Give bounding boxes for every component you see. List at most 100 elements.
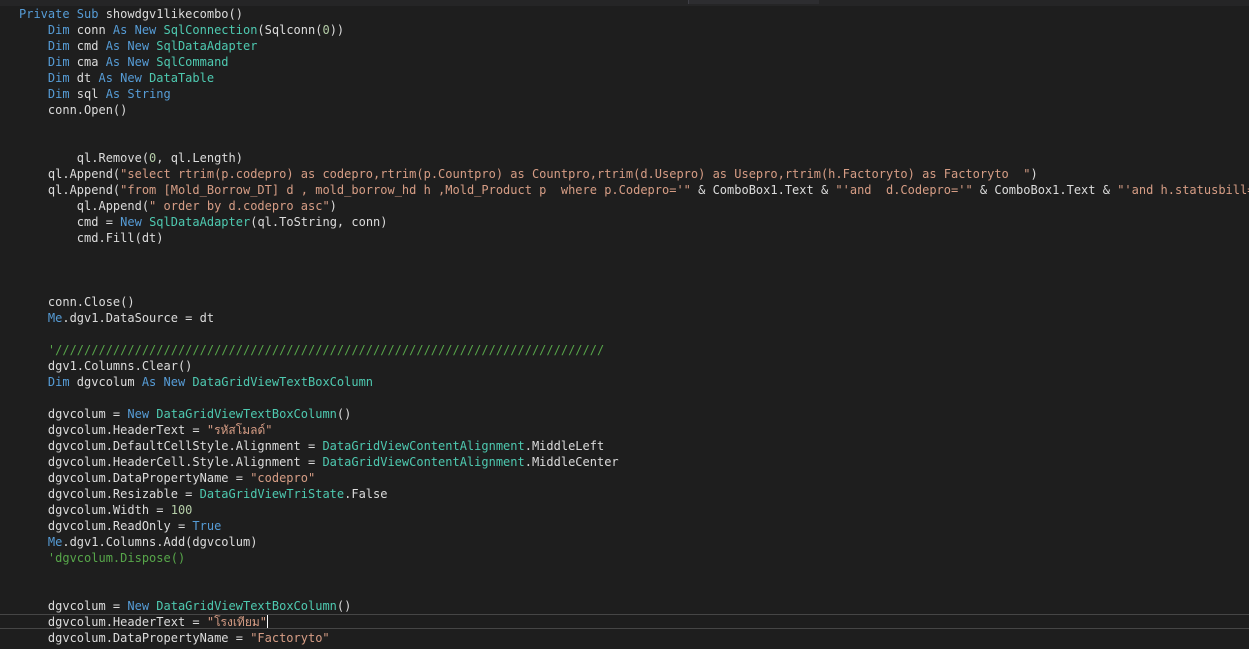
code-token: .False	[344, 487, 388, 501]
code-token: ql.Append(	[19, 167, 121, 181]
code-line[interactable]: conn.Close()	[19, 294, 1249, 310]
code-token: .MiddleCenter	[524, 455, 619, 469]
code-token: SqlCommand	[156, 55, 229, 69]
code-area[interactable]: Private Sub showdgv1likecombo() Dim conn…	[0, 6, 1249, 646]
code-line[interactable]	[19, 390, 1249, 406]
code-line[interactable]: Dim sql As String	[19, 86, 1249, 102]
code-token: "'and h.statusbill='3' and d.Idbill=h.Id…	[1117, 183, 1249, 197]
code-token: dgvcolum.DataPropertyName =	[19, 471, 251, 485]
code-line[interactable]	[19, 566, 1249, 582]
code-token: cma	[76, 55, 106, 69]
code-line[interactable]: conn.Open()	[19, 102, 1249, 118]
code-token: ()	[336, 407, 352, 421]
code-line[interactable]: ql.Append("select rtrim(p.codepro) as co…	[19, 166, 1249, 182]
code-line[interactable]: dgvcolum.DataPropertyName = "Factoryto"	[19, 630, 1249, 646]
code-token: Dim	[19, 23, 77, 37]
code-token: " order by d.codepro asc"	[149, 199, 330, 213]
code-line[interactable]: dgvcolum.ReadOnly = True	[19, 518, 1249, 534]
code-token: Dim	[19, 39, 77, 53]
code-line[interactable]: dgvcolum.Width = 100	[19, 502, 1249, 518]
code-token: conn.Close()	[19, 295, 135, 309]
code-token: Me	[47, 535, 63, 549]
code-line[interactable]: dgvcolum.DataPropertyName = "codepro"	[19, 470, 1249, 486]
code-line[interactable]: ql.Append("from [Mold_Borrow_DT] d , mol…	[19, 182, 1249, 198]
code-line[interactable]: '///////////////////////////////////////…	[19, 342, 1249, 358]
code-token: 'dgvcolum.Dispose()	[19, 551, 186, 565]
code-line[interactable]: dgvcolum.DefaultCellStyle.Alignment = Da…	[19, 438, 1249, 454]
code-token: dgvcolum.HeaderText =	[19, 423, 207, 437]
code-line[interactable]	[19, 118, 1249, 134]
code-line[interactable]: ql.Append(" order by d.codepro asc")	[19, 198, 1249, 214]
code-line[interactable]: cmd.Fill(dt)	[19, 230, 1249, 246]
code-line[interactable]: dgvcolum = New DataGridViewTextBoxColumn…	[19, 598, 1249, 614]
code-token: DataGridViewContentAlignment	[322, 439, 525, 453]
code-editor[interactable]: Private Sub showdgv1likecombo() Dim conn…	[0, 0, 1249, 649]
code-token: New	[127, 599, 157, 613]
code-token: ()	[336, 599, 352, 613]
code-token: cmd.Fill(dt)	[19, 231, 164, 245]
code-line[interactable]: Dim cmd As New SqlDataAdapter	[19, 38, 1249, 54]
code-token: (Sqlconn(	[257, 23, 323, 37]
code-token: ql.Append(	[19, 199, 150, 213]
code-token: & ComboBox1.Text &	[972, 183, 1118, 197]
code-line[interactable]: Me.dgv1.DataSource = dt	[19, 310, 1249, 326]
code-line[interactable]	[19, 262, 1249, 278]
code-token: DataGridViewTextBoxColumn	[192, 375, 374, 389]
text-caret	[267, 615, 268, 629]
code-line[interactable]	[19, 278, 1249, 294]
code-token: conn.Open()	[19, 103, 128, 117]
code-line[interactable]	[19, 246, 1249, 262]
code-token: cmd	[76, 39, 106, 53]
code-line[interactable]: Private Sub showdgv1likecombo()	[19, 6, 1249, 22]
code-token: "from [Mold_Borrow_DT] d , mold_borrow_h…	[120, 183, 691, 197]
code-token: Dim	[19, 375, 77, 389]
code-token: As New	[105, 39, 157, 53]
code-token: Dim	[19, 55, 77, 69]
code-token: As New	[98, 71, 150, 85]
code-token: 0	[322, 23, 330, 37]
code-token: SqlDataAdapter	[156, 39, 258, 53]
code-token: "select rtrim(p.codepro) as codepro,rtri…	[120, 167, 1031, 181]
code-token: dgvcolum	[76, 375, 142, 389]
code-token: dgvcolum.HeaderCell.Style.Alignment =	[19, 455, 323, 469]
code-token: ))	[329, 23, 345, 37]
code-token: dgvcolum.Width =	[19, 503, 171, 517]
code-line[interactable]: dgvcolum.HeaderCell.Style.Alignment = Da…	[19, 454, 1249, 470]
code-line[interactable]: cmd = New SqlDataAdapter(ql.ToString, co…	[19, 214, 1249, 230]
code-token: Dim	[19, 71, 77, 85]
code-line[interactable]: dgv1.Columns.Clear()	[19, 358, 1249, 374]
code-token: sql	[76, 87, 106, 101]
code-token: As	[105, 87, 128, 101]
code-line[interactable]: dgvcolum = New DataGridViewTextBoxColumn…	[19, 406, 1249, 422]
code-line[interactable]: Dim dgvcolum As New DataGridViewTextBoxC…	[19, 374, 1249, 390]
code-token: As New	[112, 23, 164, 37]
code-line[interactable]: dgvcolum.HeaderText = "รหัสโมลด์"	[19, 422, 1249, 438]
code-token: , ql.Length)	[156, 151, 243, 165]
code-line[interactable]: 'dgvcolum.Dispose()	[19, 550, 1249, 566]
code-token: 100	[170, 503, 193, 517]
code-line[interactable]: Me.dgv1.Columns.Add(dgvcolum)	[19, 534, 1249, 550]
code-line[interactable]	[19, 326, 1249, 342]
code-line[interactable]	[19, 134, 1249, 150]
code-token: "'and d.Codepro='"	[835, 183, 973, 197]
code-token: SqlConnection	[163, 23, 258, 37]
code-token: .dgv1.DataSource = dt	[62, 311, 215, 325]
code-line[interactable]: ql.Remove(0, ql.Length)	[19, 150, 1249, 166]
code-token: dgvcolum.Resizable =	[19, 487, 200, 501]
code-line[interactable]: dgvcolum.Resizable = DataGridViewTriStat…	[19, 486, 1249, 502]
code-token: DataGridViewContentAlignment	[322, 455, 525, 469]
code-token: showdgv1likecombo()	[105, 7, 243, 21]
code-token: ql.Append(	[19, 183, 121, 197]
code-line[interactable]: dgvcolum.HeaderText = "โรงเทียม"	[0, 614, 1249, 630]
code-token: '///////////////////////////////////////…	[19, 343, 605, 357]
code-token: dgv1.Columns.Clear()	[19, 359, 193, 373]
code-line[interactable]	[19, 582, 1249, 598]
code-line[interactable]: Dim dt As New DataTable	[19, 70, 1249, 86]
code-token: dgvcolum.DataPropertyName =	[19, 631, 251, 645]
code-token: "codepro"	[250, 471, 316, 485]
code-token: As New	[105, 55, 157, 69]
code-line[interactable]: Dim cma As New SqlCommand	[19, 54, 1249, 70]
code-token: True	[192, 519, 222, 533]
code-token: DataGridViewTextBoxColumn	[156, 599, 337, 613]
code-line[interactable]: Dim conn As New SqlConnection(Sqlconn(0)…	[19, 22, 1249, 38]
